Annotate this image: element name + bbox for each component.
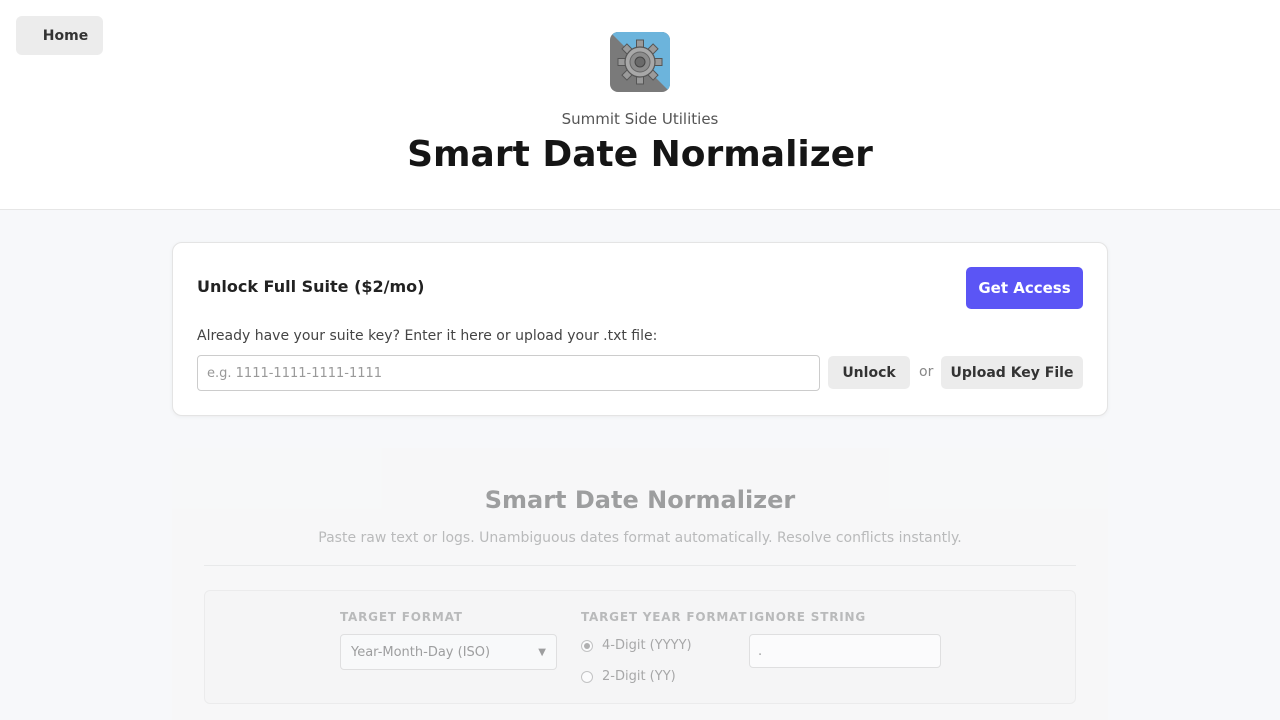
options-panel: TARGET FORMAT Year-Month-Day (ISO) ▼ TAR…: [204, 590, 1076, 704]
divider: [204, 565, 1076, 566]
year-format-label: TARGET YEAR FORMAT: [581, 610, 748, 624]
target-format-label: TARGET FORMAT: [340, 610, 463, 624]
or-separator: or: [919, 364, 934, 380]
gear-icon: [610, 32, 670, 92]
tool-title: Smart Date Normalizer: [484, 486, 796, 514]
header: Home Summit Side Utilities Smart Date No…: [0, 0, 1280, 210]
suite-key-input[interactable]: [197, 355, 820, 391]
tool-subtitle: Paste raw text or logs. Unambiguous date…: [318, 530, 962, 546]
chevron-down-icon: ▼: [538, 646, 546, 658]
page-title: Smart Date Normalizer: [407, 134, 873, 175]
ignore-string-label: IGNORE STRING: [749, 610, 866, 624]
year-format-option-yyyy[interactable]: 4-Digit (YYYY): [581, 638, 692, 653]
ignore-string-input[interactable]: .: [749, 634, 941, 668]
key-hint: Already have your suite key? Enter it he…: [197, 328, 658, 344]
upload-key-file-button[interactable]: Upload Key File: [941, 356, 1083, 389]
tool-card: Smart Date Normalizer Paste raw text or …: [172, 448, 1108, 720]
unlock-title: Unlock Full Suite ($2/mo): [197, 277, 425, 296]
ignore-string-value: .: [758, 643, 763, 659]
radio-unchecked-icon[interactable]: [581, 670, 593, 683]
unlock-card: Unlock Full Suite ($2/mo) Get Access Alr…: [172, 242, 1108, 416]
target-format-value: Year-Month-Day (ISO): [351, 644, 491, 660]
target-format-select[interactable]: Year-Month-Day (ISO) ▼: [340, 634, 557, 670]
year-format-option-label: 4-Digit (YYYY): [602, 638, 692, 653]
radio-checked-icon[interactable]: [581, 639, 593, 652]
get-access-button[interactable]: Get Access: [966, 267, 1083, 309]
unlock-button[interactable]: Unlock: [828, 356, 910, 389]
company-name: Summit Side Utilities: [561, 110, 719, 128]
home-button[interactable]: Home: [16, 16, 103, 55]
year-format-option-label: 2-Digit (YY): [602, 669, 676, 684]
year-format-option-yy[interactable]: 2-Digit (YY): [581, 669, 676, 684]
